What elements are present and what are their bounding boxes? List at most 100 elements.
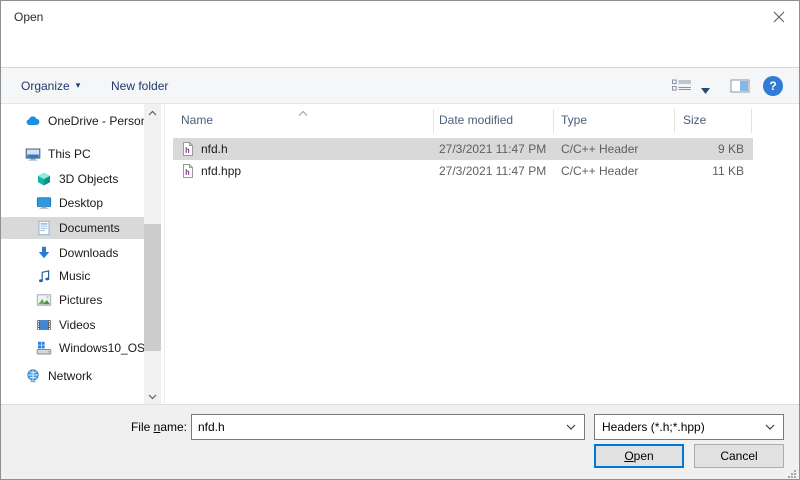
sidebar-item-windows10-os[interactable]: Windows10_OS ( bbox=[1, 337, 144, 359]
preview-pane-icon bbox=[730, 78, 750, 97]
this-pc-icon bbox=[25, 146, 41, 162]
file-type-combobox[interactable]: Headers (*.h;*.hpp) bbox=[594, 414, 784, 440]
column-header-name[interactable]: Name bbox=[181, 104, 213, 137]
file-size: 9 KB bbox=[667, 138, 744, 160]
file-name: nfd.h bbox=[201, 138, 228, 160]
organize-button[interactable]: Organize ▾ bbox=[21, 68, 80, 103]
resize-grip[interactable] bbox=[786, 468, 797, 479]
organize-label: Organize bbox=[21, 79, 70, 93]
file-name-label-post: ame: bbox=[160, 420, 187, 434]
new-folder-label: New folder bbox=[111, 79, 168, 93]
file-date-modified: 27/3/2021 11:47 PM bbox=[439, 138, 546, 160]
desktop-icon bbox=[36, 195, 52, 211]
chevron-down-icon[interactable] bbox=[765, 424, 775, 430]
sidebar-item-label: Windows10_OS ( bbox=[59, 341, 144, 355]
navigation-pane: OneDrive - Person This PC 3D Objects Des… bbox=[1, 104, 165, 404]
column-header-row: Name Date modified Type Size bbox=[173, 104, 753, 137]
sidebar-item-downloads[interactable]: Downloads bbox=[1, 242, 144, 264]
column-header-date-modified[interactable]: Date modified bbox=[439, 104, 513, 137]
column-divider[interactable] bbox=[674, 109, 675, 133]
navigation-bar: « GitHub › nativefiledialog › src › incl… bbox=[1, 33, 799, 67]
svg-text:h: h bbox=[185, 146, 190, 155]
sidebar-item-desktop[interactable]: Desktop bbox=[1, 192, 144, 214]
chevron-up-icon bbox=[148, 105, 157, 119]
details-view-icon bbox=[671, 78, 693, 97]
file-type: C/C++ Header bbox=[561, 160, 638, 182]
open-button-mnemonic: O bbox=[624, 449, 633, 463]
sidebar-item-documents[interactable]: Documents bbox=[1, 217, 144, 239]
column-header-type[interactable]: Type bbox=[561, 104, 587, 137]
sidebar-item-label: Documents bbox=[59, 221, 120, 235]
sidebar-item-label: This PC bbox=[48, 147, 91, 161]
svg-text:h: h bbox=[185, 168, 190, 177]
scroll-down-button[interactable] bbox=[144, 388, 161, 404]
chevron-down-icon[interactable] bbox=[566, 424, 576, 430]
sidebar-item-label: 3D Objects bbox=[59, 172, 118, 186]
file-name-input[interactable] bbox=[192, 415, 562, 439]
sidebar-item-label: Desktop bbox=[59, 196, 103, 210]
sidebar-item-label: Network bbox=[48, 369, 92, 383]
onedrive-cloud-icon bbox=[25, 113, 41, 129]
pictures-icon bbox=[36, 292, 52, 308]
file-row-nfd-hpp[interactable]: h nfd.hpp 27/3/2021 11:47 PM C/C++ Heade… bbox=[173, 160, 753, 182]
file-type: C/C++ Header bbox=[561, 138, 638, 160]
sidebar-scrollbar[interactable] bbox=[144, 104, 161, 404]
3d-objects-icon bbox=[36, 171, 52, 187]
sidebar-item-label: Pictures bbox=[59, 293, 102, 307]
header-file-icon: h bbox=[181, 163, 195, 179]
header-file-icon: h bbox=[181, 141, 195, 157]
network-icon bbox=[25, 368, 41, 384]
file-date-modified: 27/3/2021 11:47 PM bbox=[439, 160, 546, 182]
file-size: 11 KB bbox=[667, 160, 744, 182]
column-divider[interactable] bbox=[553, 109, 554, 133]
scroll-up-button[interactable] bbox=[144, 104, 161, 120]
scrollbar-thumb[interactable] bbox=[144, 224, 161, 351]
caret-down-icon: ▾ bbox=[76, 80, 81, 91]
question-mark-icon: ? bbox=[769, 79, 776, 93]
sidebar-item-label: Music bbox=[59, 269, 90, 283]
videos-icon bbox=[36, 317, 52, 333]
close-icon bbox=[773, 11, 785, 26]
file-name-label: File name: bbox=[1, 420, 187, 434]
sidebar-item-onedrive[interactable]: OneDrive - Person bbox=[1, 110, 144, 132]
music-icon bbox=[36, 268, 52, 284]
title-bar: Open bbox=[1, 1, 799, 33]
close-button[interactable] bbox=[771, 10, 787, 26]
sidebar-item-network[interactable]: Network bbox=[1, 365, 144, 387]
sidebar-item-3d-objects[interactable]: 3D Objects bbox=[1, 168, 144, 190]
cancel-button-label: Cancel bbox=[720, 449, 757, 463]
column-divider[interactable] bbox=[751, 109, 752, 133]
file-row-nfd-h[interactable]: h nfd.h 27/3/2021 11:47 PM C/C++ Header … bbox=[173, 138, 753, 160]
sidebar-item-pictures[interactable]: Pictures bbox=[1, 289, 144, 311]
drive-icon bbox=[36, 340, 52, 356]
sidebar-item-this-pc[interactable]: This PC bbox=[1, 143, 144, 165]
new-folder-button[interactable]: New folder bbox=[111, 68, 168, 103]
chevron-down-icon bbox=[148, 389, 157, 403]
dialog-footer: File name: Headers (*.h;*.hpp) Open Canc… bbox=[1, 404, 799, 480]
help-button[interactable]: ? bbox=[763, 76, 783, 96]
sidebar-item-label: Downloads bbox=[59, 246, 118, 260]
sidebar-item-label: OneDrive - Person bbox=[48, 114, 144, 128]
caret-down-icon bbox=[701, 83, 710, 97]
documents-icon bbox=[36, 220, 52, 236]
sort-ascending-icon bbox=[298, 105, 308, 119]
open-dialog: Open « GitHub › nativefiledialog › src ›… bbox=[0, 0, 800, 480]
downloads-icon bbox=[36, 245, 52, 261]
command-toolbar: Organize ▾ New folder ? bbox=[1, 67, 799, 104]
sidebar-item-label: Videos bbox=[59, 318, 95, 332]
dialog-title: Open bbox=[14, 10, 43, 24]
column-header-size[interactable]: Size bbox=[683, 104, 706, 137]
change-view-button[interactable] bbox=[671, 78, 693, 97]
open-button[interactable]: Open bbox=[594, 444, 684, 468]
open-button-label: pen bbox=[634, 449, 654, 463]
file-type-value: Headers (*.h;*.hpp) bbox=[602, 415, 705, 439]
sidebar-item-videos[interactable]: Videos bbox=[1, 314, 144, 336]
preview-pane-button[interactable] bbox=[730, 78, 750, 97]
view-dropdown-button[interactable] bbox=[701, 83, 710, 97]
file-name-label-pre: File bbox=[131, 420, 154, 434]
cancel-button[interactable]: Cancel bbox=[694, 444, 784, 468]
file-name: nfd.hpp bbox=[201, 160, 241, 182]
sidebar-item-music[interactable]: Music bbox=[1, 265, 144, 287]
column-divider[interactable] bbox=[433, 109, 434, 133]
file-name-combobox[interactable] bbox=[191, 414, 585, 440]
